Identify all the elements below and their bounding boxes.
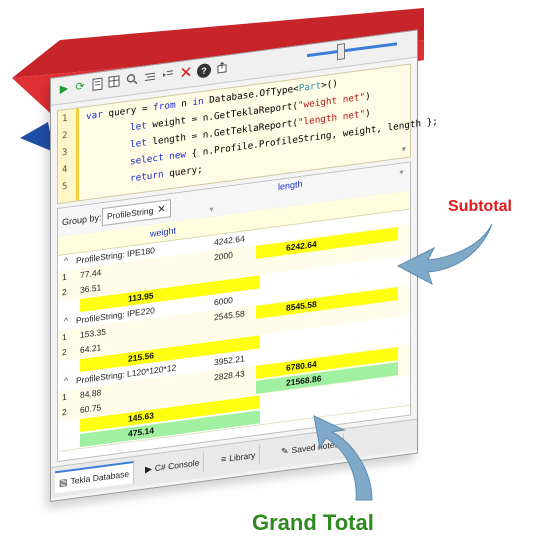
grand-total-arrow-icon	[313, 415, 373, 501]
callout-arrows	[313, 223, 493, 501]
subtotal-annotation: Subtotal	[448, 198, 512, 215]
illustration-stage: ▶ ⟳ ? 1 2 3 4 5 var query = from n in Da…	[0, 0, 554, 542]
grand-total-annotation: Grand Total	[252, 510, 374, 535]
subtotal-arrow-icon	[396, 223, 493, 286]
